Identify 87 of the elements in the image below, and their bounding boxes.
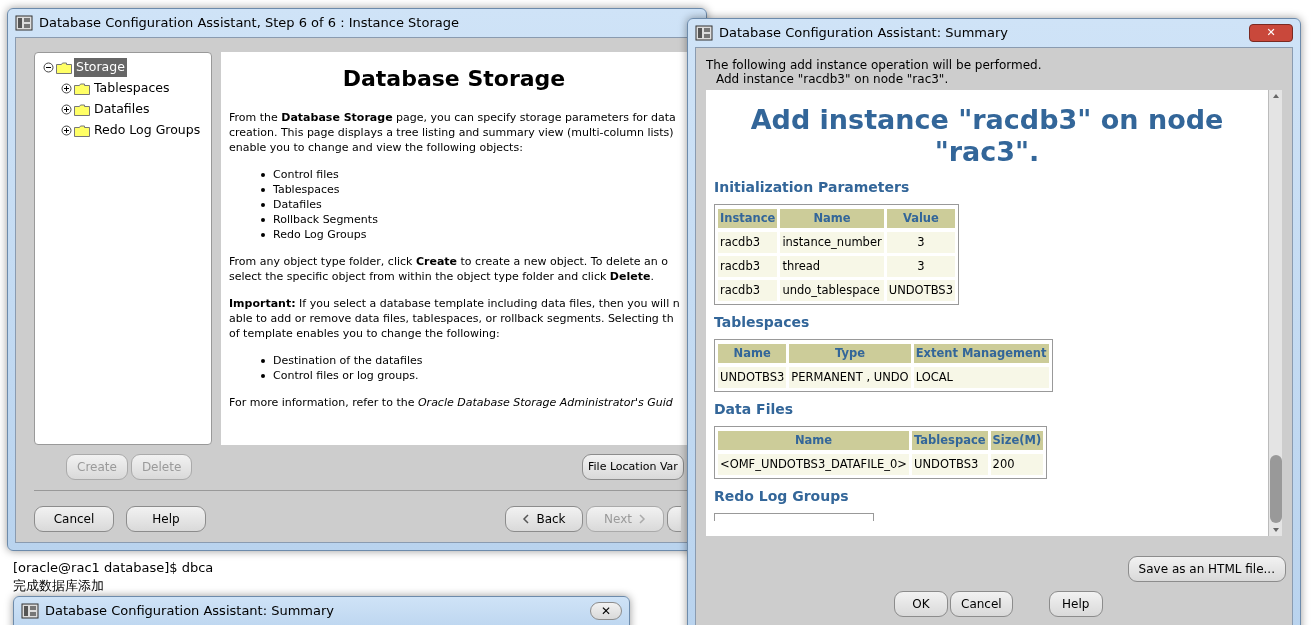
tree-item[interactable]: Storage <box>74 58 127 77</box>
list-item: Destination of the datafiles <box>273 353 423 369</box>
table-cell: <OMF_UNDOTBS3_DATAFILE_0> <box>718 454 909 475</box>
help-text: able to add or remove data files, tablespaces, or rollback segments. Selecting th <box>229 311 675 327</box>
list-item: Datafiles <box>273 197 322 213</box>
column-header: Name <box>780 208 884 229</box>
column-header: Type <box>789 343 911 364</box>
bullet-icon <box>261 187 265 192</box>
column-header: Size(M) <box>990 430 1044 451</box>
footer-button[interactable]: Help <box>126 506 206 532</box>
table-cell: 3 <box>886 256 955 277</box>
folder-icon <box>56 61 72 74</box>
section-title: Redo Log Groups <box>714 487 850 505</box>
dialog-button[interactable]: Help <box>1048 591 1103 617</box>
table-cell: 200 <box>990 454 1044 475</box>
footer-button[interactable]: Cancel <box>34 506 114 532</box>
table-cell: instance_number <box>780 232 884 253</box>
column-header: Extent Management <box>913 343 1049 364</box>
column-header: Name <box>718 343 787 364</box>
table-cell: PERMANENT , UNDO <box>789 367 911 388</box>
tree-item[interactable]: Datafiles <box>92 100 152 119</box>
help-text: For more information, refer to the Oracle Database Storage Administrator's Guid <box>229 395 674 411</box>
close-button[interactable]: ✕ <box>589 602 622 620</box>
help-text: creation. This page displays a tree listing and summary view (multi-column lists) <box>229 125 675 141</box>
page-text: 完成数据库添加 <box>13 577 104 595</box>
table-cell: UNDOTBS3 <box>912 454 988 475</box>
list-item: Control files <box>273 167 339 183</box>
window-title: Database Configuration Assistant, Step 6 of 6 : Instance Storage <box>39 14 459 33</box>
help-heading: Database Storage <box>341 66 567 93</box>
tree-item[interactable]: Tablespaces <box>92 79 172 98</box>
close-button[interactable]: ✕ <box>1249 24 1293 42</box>
help-text: From the Database Storage page, you can specify storage parameters for data <box>229 110 677 126</box>
list-item: Tablespaces <box>273 182 340 198</box>
table-cell: racdb3 <box>718 280 778 301</box>
help-text: of template enables you to change the following: <box>229 326 501 342</box>
column-header: Name <box>718 430 909 451</box>
nav-button[interactable]: Back <box>505 506 583 532</box>
button[interactable] <box>667 506 681 532</box>
section-title: Initialization Parameters <box>714 178 911 196</box>
bullet-icon <box>261 202 265 207</box>
chevron-left-icon <box>522 514 531 524</box>
section-title: Tablespaces <box>714 313 811 331</box>
folder-icon <box>74 103 90 116</box>
help-text: select the specific object from within the object type folder and click Delete. <box>229 269 655 285</box>
scroll-thumb[interactable] <box>1270 455 1282 523</box>
bullet-icon <box>261 232 265 237</box>
bullet-icon <box>261 172 265 177</box>
window-title: Database Configuration Assistant: Summary <box>45 602 334 621</box>
expand-icon[interactable] <box>61 104 72 115</box>
help-text: Important: If you select a database template including data files, then you will n <box>229 296 679 312</box>
table-cell: racdb3 <box>718 232 778 253</box>
bullet-icon <box>261 373 265 378</box>
collapse-icon[interactable] <box>43 62 54 73</box>
table-cell: LOCAL <box>913 367 1049 388</box>
table-cell: undo_tablespace <box>780 280 884 301</box>
table-cell: racdb3 <box>718 256 778 277</box>
table-cell: 3 <box>886 232 955 253</box>
bullet-icon <box>261 358 265 363</box>
help-text: From any object type folder, click Create to create a new object. To delete an o <box>229 254 670 270</box>
table-cell: UNDOTBS3 <box>886 280 955 301</box>
file-location-button[interactable]: File Location Var <box>582 454 684 480</box>
dialog-button[interactable]: OK <box>894 591 948 617</box>
list-item: Redo Log Groups <box>273 227 367 243</box>
bullet-icon <box>261 217 265 222</box>
tree-item[interactable]: Redo Log Groups <box>92 121 203 140</box>
folder-icon <box>74 124 90 137</box>
page-text: [oracle@rac1 database]$ dbca <box>13 559 214 577</box>
table-cell: thread <box>780 256 884 277</box>
column-header: Value <box>886 208 955 229</box>
help-text: enable you to change and view the following objects: <box>229 140 524 156</box>
intro-text: The following add instance operation will be performed. <box>706 58 1043 72</box>
dialog-button[interactable]: Cancel <box>950 591 1013 617</box>
intro-text: Add instance "racdb3" on node "rac3". <box>716 72 950 86</box>
summary-heading: Add instance "racdb3" on node "rac3". <box>749 104 1225 168</box>
scrollbar[interactable] <box>1268 90 1282 536</box>
window-title: Database Configuration Assistant: Summary <box>719 24 1008 43</box>
chevron-right-icon <box>638 514 646 524</box>
section-title: Data Files <box>714 400 795 418</box>
column-header: Instance <box>718 208 778 229</box>
save-html-button[interactable]: Save as an HTML file... <box>1127 556 1286 582</box>
expand-icon[interactable] <box>61 125 72 136</box>
column-header: Tablespace <box>912 430 988 451</box>
table-cell: UNDOTBS3 <box>718 367 787 388</box>
folder-icon <box>74 82 90 95</box>
list-item: Control files or log groups. <box>273 368 419 384</box>
expand-icon[interactable] <box>61 83 72 94</box>
list-item: Rollback Segments <box>273 212 378 228</box>
